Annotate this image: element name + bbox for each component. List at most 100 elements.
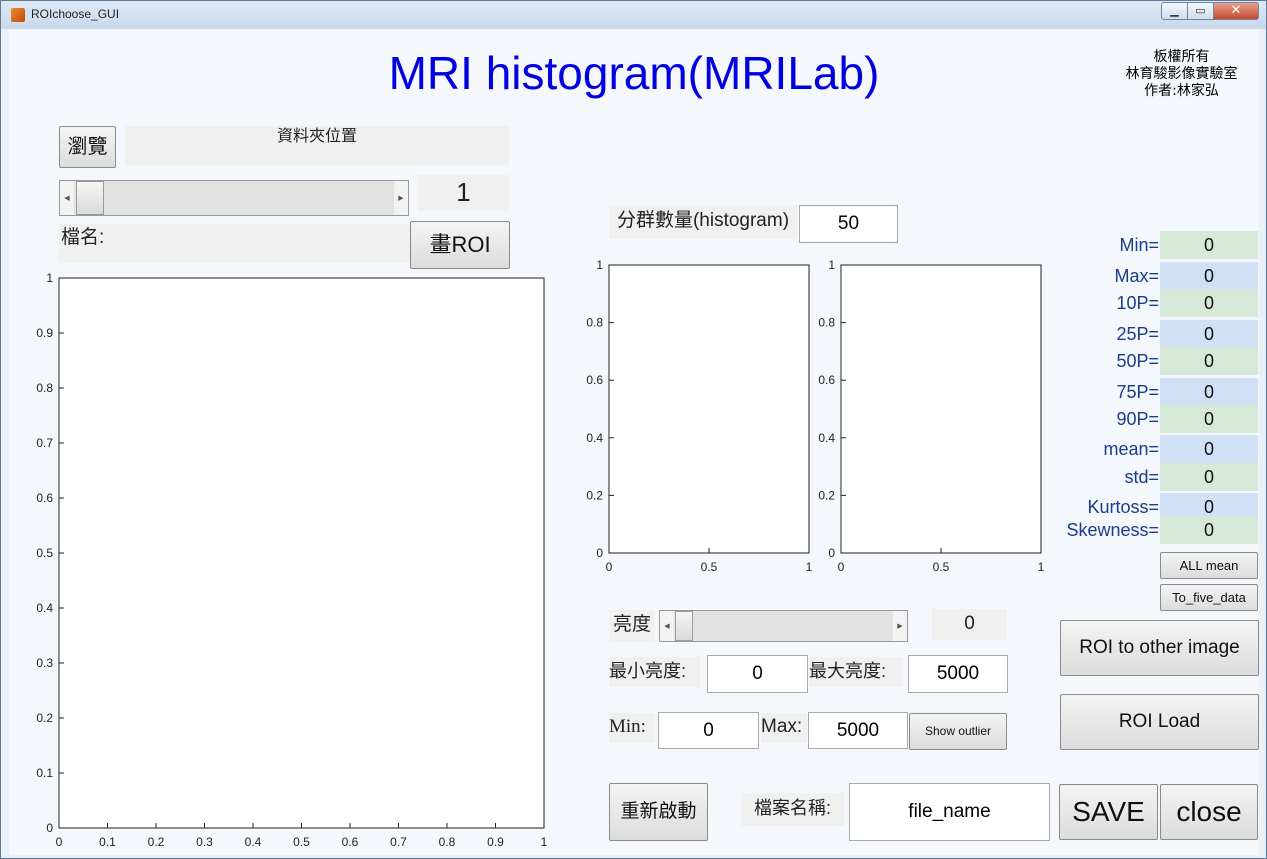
stat-label: 90P= <box>1116 409 1159 429</box>
maximize-icon: ▭ <box>1195 4 1206 17</box>
y-tick-label: 0.4 <box>818 431 835 445</box>
y-tick-label: 0.2 <box>818 488 835 502</box>
draw-roi-button[interactable]: 畫ROI <box>410 221 510 269</box>
stat-value: 0 <box>1160 463 1258 491</box>
stat-label: 10P= <box>1116 293 1159 313</box>
folder-path-label: 資料夾位置 <box>125 126 509 165</box>
matlab-icon <box>11 8 25 22</box>
all-mean-button[interactable]: ALL mean <box>1160 552 1258 579</box>
maximize-button[interactable]: ▭ <box>1187 2 1214 20</box>
x-tick-label: 0 <box>838 560 845 574</box>
browse-button[interactable]: 瀏覽 <box>59 126 116 168</box>
brightness-label: 亮度 <box>609 610 655 642</box>
copyright-line: 作者:林家弘 <box>1144 83 1219 99</box>
stat-value: 0 <box>1160 289 1258 317</box>
x-tick-label: 0.6 <box>342 835 359 849</box>
y-tick-label: 0.6 <box>818 373 835 387</box>
close-button[interactable]: close <box>1160 784 1258 840</box>
roi-load-button[interactable]: ROI Load <box>1060 694 1259 750</box>
x-tick-label: 0.5 <box>933 560 950 574</box>
y-tick-label: 0.4 <box>586 431 603 445</box>
x-tick-label: 1 <box>1038 560 1045 574</box>
y-tick-label: 0.1 <box>36 766 53 780</box>
y-tick-label: 0.4 <box>36 601 53 615</box>
stat-label: Max= <box>1114 266 1159 286</box>
stat-label: 25P= <box>1116 324 1159 344</box>
to-five-data-button[interactable]: To_five_data <box>1160 584 1258 611</box>
slice-slider[interactable]: ◀ ▶ <box>59 180 409 216</box>
restart-button[interactable]: 重新啟動 <box>609 783 708 841</box>
save-button[interactable]: SAVE <box>1059 784 1158 840</box>
x-tick-label: 1 <box>806 560 813 574</box>
close-window-button[interactable]: ✕ <box>1213 2 1259 20</box>
y-tick-label: 0.6 <box>36 491 53 505</box>
x-tick-label: 0.5 <box>701 560 718 574</box>
brightness-slider[interactable]: ◀ ▶ <box>659 610 908 642</box>
title-bar[interactable]: ROIchoose_GUI ▁ ▭ ✕ <box>1 1 1266 29</box>
minimize-button[interactable]: ▁ <box>1161 2 1188 20</box>
x-tick-label: 0.8 <box>439 835 456 849</box>
slider-left-arrow-icon[interactable]: ◀ <box>660 611 674 641</box>
histogram-plot-area-right[interactable] <box>840 264 1042 554</box>
range-min-input[interactable]: 0 <box>658 712 759 749</box>
y-tick-label: 0.8 <box>586 316 603 330</box>
y-tick-label: 0.8 <box>818 316 835 330</box>
slider-right-arrow-icon[interactable]: ▶ <box>893 611 907 641</box>
histogram-axes[interactable]: 0 0.5 1 0 0.2 0.4 0.6 0.8 1 0 0.5 1 0 0.2 0.4 0.6 0.8 1 <box>569 255 1069 581</box>
y-tick-label: 0.8 <box>36 381 53 395</box>
x-tick-label: 0.9 <box>487 835 504 849</box>
y-tick-label: 0.7 <box>36 436 53 450</box>
stat-value: 0 <box>1160 378 1258 406</box>
max-brightness-input[interactable]: 5000 <box>908 655 1008 693</box>
range-max-label: Max: <box>761 713 807 743</box>
slice-index: 1 <box>418 175 509 211</box>
copyright-line: 林育駿影像實驗室 <box>1125 66 1238 82</box>
x-tick-label: 0.5 <box>293 835 310 849</box>
slice-slider-thumb[interactable] <box>76 181 104 215</box>
y-tick-label: 0.3 <box>36 656 53 670</box>
range-min-label: Min: <box>609 713 654 743</box>
stat-label: Min= <box>1119 235 1159 255</box>
range-max-input[interactable]: 5000 <box>808 712 908 749</box>
brightness-slider-thumb[interactable] <box>675 611 693 641</box>
show-outlier-button[interactable]: Show outlier <box>909 713 1007 750</box>
y-tick-label: 0.9 <box>36 326 53 340</box>
stat-value: 0 <box>1160 231 1258 259</box>
close-icon: ✕ <box>1230 3 1242 18</box>
app-window: ROIchoose_GUI ▁ ▭ ✕ MRI histogram(MRILab… <box>0 0 1267 859</box>
page-title: MRI histogram(MRILab) <box>388 47 880 99</box>
stat-value: 0 <box>1160 320 1258 348</box>
stat-label: 50P= <box>1116 351 1159 371</box>
stat-label: mean= <box>1103 439 1159 459</box>
stat-label: std= <box>1124 467 1159 487</box>
roi-to-other-image-button[interactable]: ROI to other image <box>1060 620 1259 676</box>
x-tick-label: 1 <box>541 835 548 849</box>
x-tick-label: 0.7 <box>390 835 407 849</box>
stat-value: 0 <box>1160 347 1258 375</box>
y-tick-label: 0.6 <box>586 373 603 387</box>
x-tick-label: 0.3 <box>196 835 213 849</box>
image-axes[interactable]: 0 0.1 0.2 0.3 0.4 0.5 0.6 0.7 0.8 0.9 1 0 0.1 0.2 0.3… <box>9 269 569 855</box>
y-tick-label: 0.5 <box>36 546 53 560</box>
stat-label: 75P= <box>1116 382 1159 402</box>
stat-value: 0 <box>1160 435 1258 463</box>
slider-left-arrow-icon[interactable]: ◀ <box>60 181 74 215</box>
save-filename-input[interactable]: file_name <box>849 783 1050 841</box>
y-tick-label: 0 <box>828 546 835 560</box>
stat-label: Kurtoss= <box>1087 497 1159 517</box>
histogram-plot-area-left[interactable] <box>608 264 810 554</box>
histogram-bins-input[interactable]: 50 <box>799 205 898 243</box>
x-tick-label: 0 <box>606 560 613 574</box>
y-tick-label: 1 <box>46 271 53 285</box>
histogram-bins-label: 分群數量(histogram) <box>609 205 797 239</box>
y-tick-label: 1 <box>596 258 603 272</box>
y-tick-label: 0 <box>46 821 53 835</box>
file-name-label: 檔名: <box>59 224 411 263</box>
figure-client-area: MRI histogram(MRILab) 板權所有 林育駿影像實驗室 作者:林… <box>9 29 1259 855</box>
stat-value: 0 <box>1160 516 1258 544</box>
copyright-block: 板權所有 林育駿影像實驗室 作者:林家弘 <box>1109 49 1254 100</box>
image-plot-area[interactable] <box>58 277 545 829</box>
x-tick-label: 0.2 <box>148 835 165 849</box>
min-brightness-input[interactable]: 0 <box>707 655 808 693</box>
slider-right-arrow-icon[interactable]: ▶ <box>394 181 408 215</box>
